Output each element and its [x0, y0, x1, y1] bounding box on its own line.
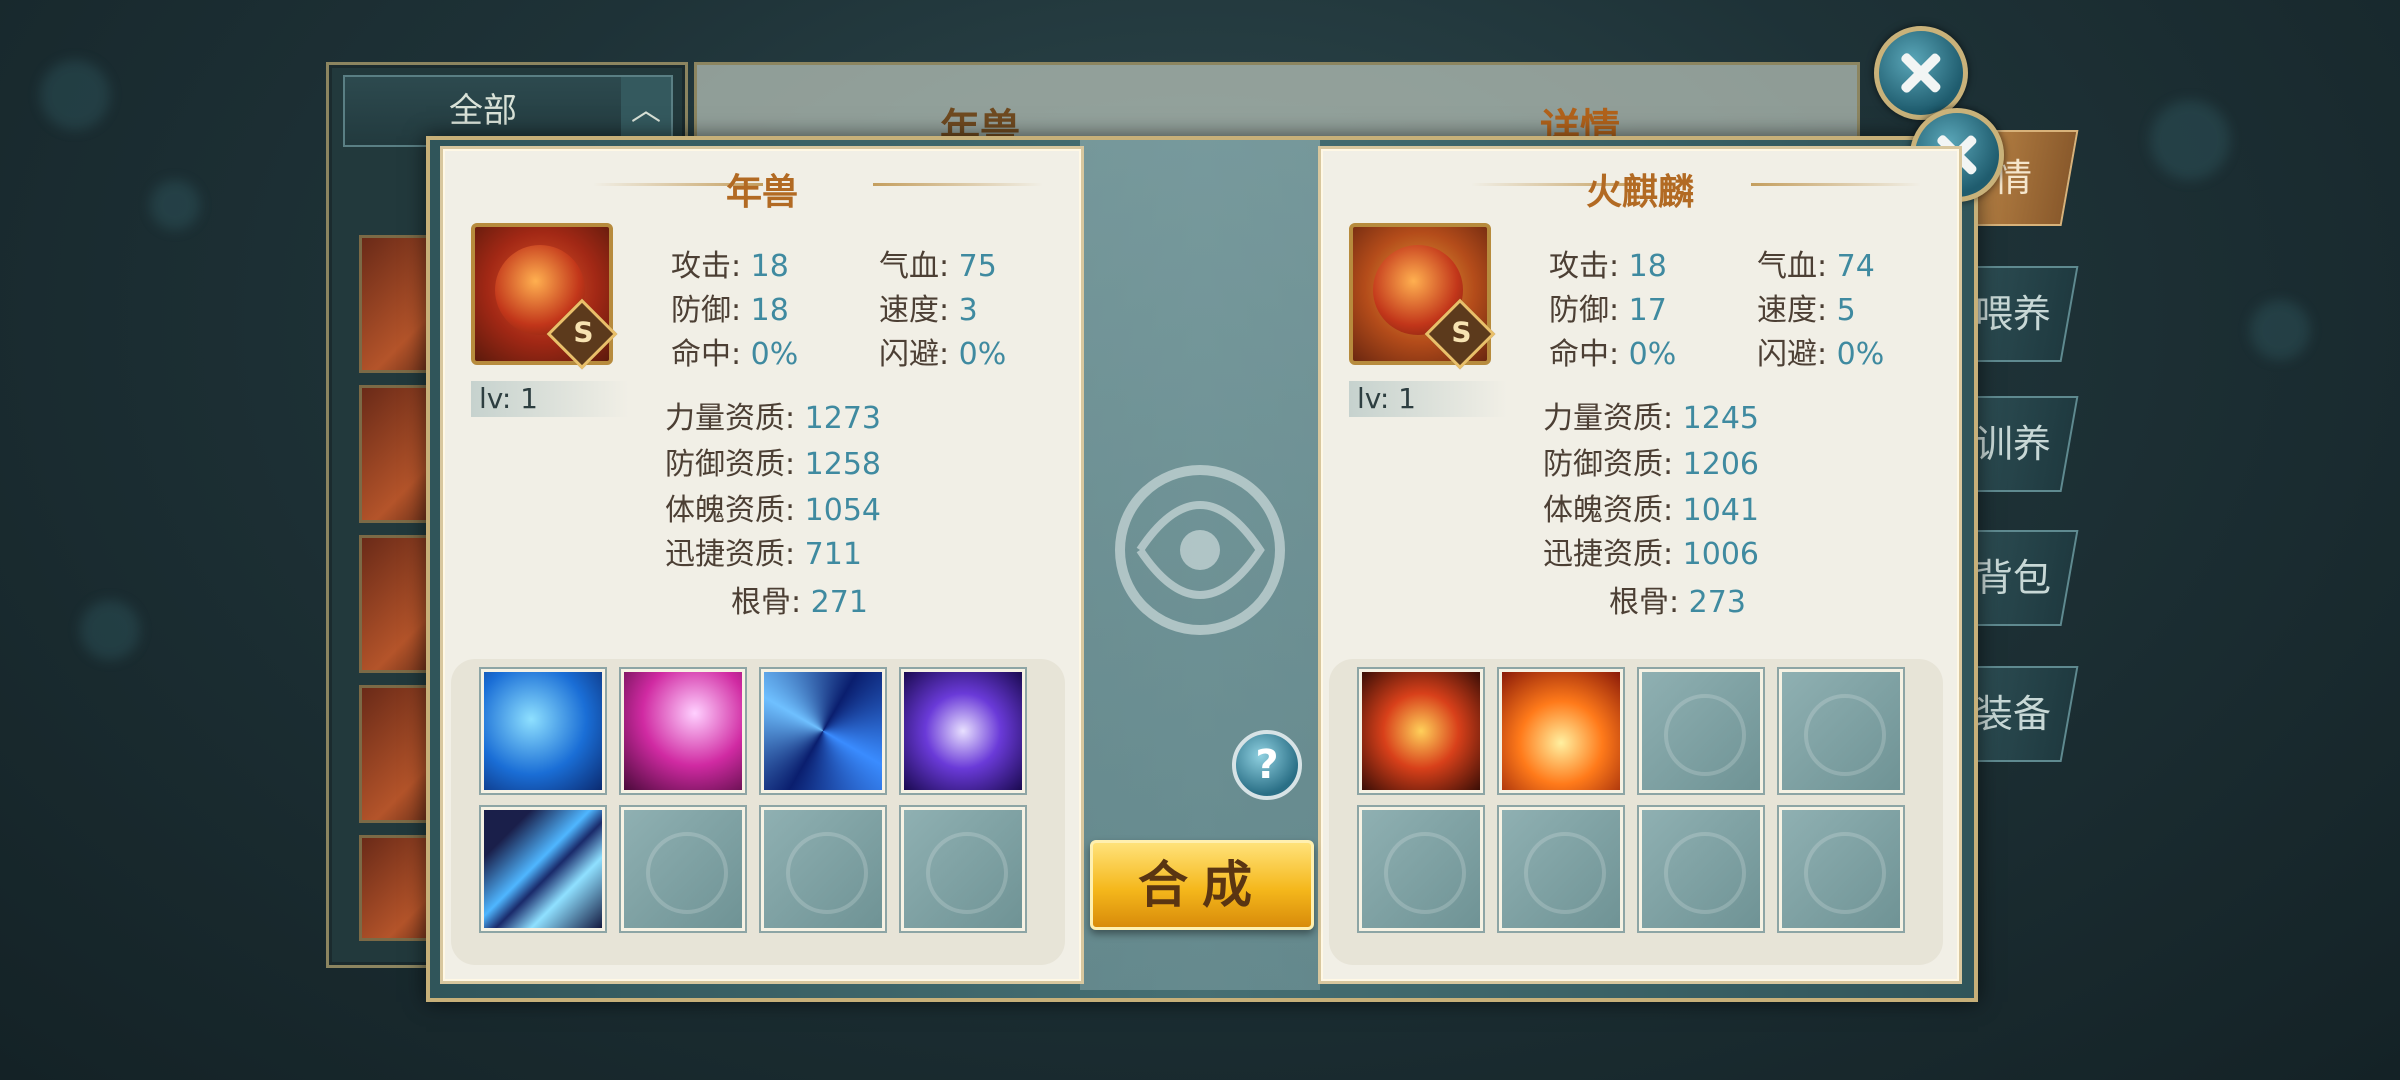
- pet-level: lv: 1: [1349, 381, 1507, 417]
- chevron-up-icon[interactable]: ︿: [621, 77, 671, 145]
- filter-label: 全部: [449, 91, 517, 131]
- stat-dodge: 闪避: 0%: [1757, 337, 1885, 372]
- aptitude-strength: 力量资质: 1245: [1543, 401, 1760, 436]
- empty-skill-slot[interactable]: [1779, 807, 1903, 931]
- empty-skill-slot[interactable]: [1639, 669, 1763, 793]
- empty-skill-slot[interactable]: [1359, 807, 1483, 931]
- combine-button[interactable]: 合成: [1090, 840, 1314, 930]
- fireball-skill-icon[interactable]: [1359, 669, 1483, 793]
- skill-grid: [1329, 659, 1943, 965]
- empty-skill-slot[interactable]: [1499, 807, 1623, 931]
- skill-grid: [451, 659, 1065, 965]
- stat-defense: 防御: 17: [1549, 293, 1667, 328]
- stat-attack: 攻击: 18: [671, 249, 789, 284]
- claw-skill-icon[interactable]: [481, 807, 605, 931]
- pet-name: 年兽: [725, 172, 798, 213]
- pet-avatar[interactable]: S: [471, 223, 618, 370]
- back-close-icon[interactable]: [1874, 26, 1968, 120]
- background-bokeh: [150, 180, 200, 230]
- stat-hp: 气血: 74: [1757, 249, 1875, 284]
- stat-attack: 攻击: 18: [1549, 249, 1667, 284]
- ice-beast-skill-icon[interactable]: [481, 669, 605, 793]
- stat-dodge: 闪避: 0%: [879, 337, 1007, 372]
- stat-defense: 防御: 18: [671, 293, 789, 328]
- empty-skill-slot[interactable]: [1639, 807, 1763, 931]
- aptitude-defense: 防御资质: 1206: [1543, 447, 1760, 482]
- flame-blast-skill-icon[interactable]: [1499, 669, 1623, 793]
- stat-hit: 命中: 0%: [671, 337, 799, 372]
- pet-card-left: 年兽 S lv: 1 攻击: 18 气血: 75 防御: 18 速度: 3 命中…: [440, 146, 1084, 984]
- background-bokeh: [2250, 300, 2310, 360]
- aptitude-agility: 迅捷资质: 711: [665, 537, 862, 572]
- background-bokeh: [2150, 100, 2230, 180]
- help-button[interactable]: ?: [1232, 730, 1302, 800]
- pet-level: lv: 1: [471, 381, 629, 417]
- pet-avatar[interactable]: S: [1349, 223, 1496, 370]
- vortex-skill-icon[interactable]: [761, 669, 885, 793]
- aptitude-strength: 力量资质: 1273: [665, 401, 882, 436]
- aptitude-root: 根骨: 271: [731, 585, 868, 620]
- empty-skill-slot[interactable]: [761, 807, 885, 931]
- empty-skill-slot[interactable]: [621, 807, 745, 931]
- pet-name: 火麒麟: [1585, 172, 1694, 213]
- lightning-skill-icon[interactable]: [621, 669, 745, 793]
- arcane-slash-skill-icon[interactable]: [901, 669, 1025, 793]
- dragon-emblem-icon: [1115, 465, 1285, 635]
- background-bokeh: [40, 60, 110, 130]
- stat-speed: 速度: 5: [1757, 293, 1856, 328]
- aptitude-physique: 体魄资质: 1054: [665, 493, 882, 528]
- pet-card-right: 火麒麟 S lv: 1 攻击: 18 气血: 74 防御: 17 速度: 5 命…: [1318, 146, 1962, 984]
- empty-skill-slot[interactable]: [901, 807, 1025, 931]
- stat-speed: 速度: 3: [879, 293, 978, 328]
- stat-hp: 气血: 75: [879, 249, 997, 284]
- aptitude-root: 根骨: 273: [1609, 585, 1746, 620]
- empty-skill-slot[interactable]: [1779, 669, 1903, 793]
- stat-hit: 命中: 0%: [1549, 337, 1677, 372]
- aptitude-defense: 防御资质: 1258: [665, 447, 882, 482]
- background-bokeh: [80, 600, 140, 660]
- aptitude-agility: 迅捷资质: 1006: [1543, 537, 1760, 572]
- aptitude-physique: 体魄资质: 1041: [1543, 493, 1760, 528]
